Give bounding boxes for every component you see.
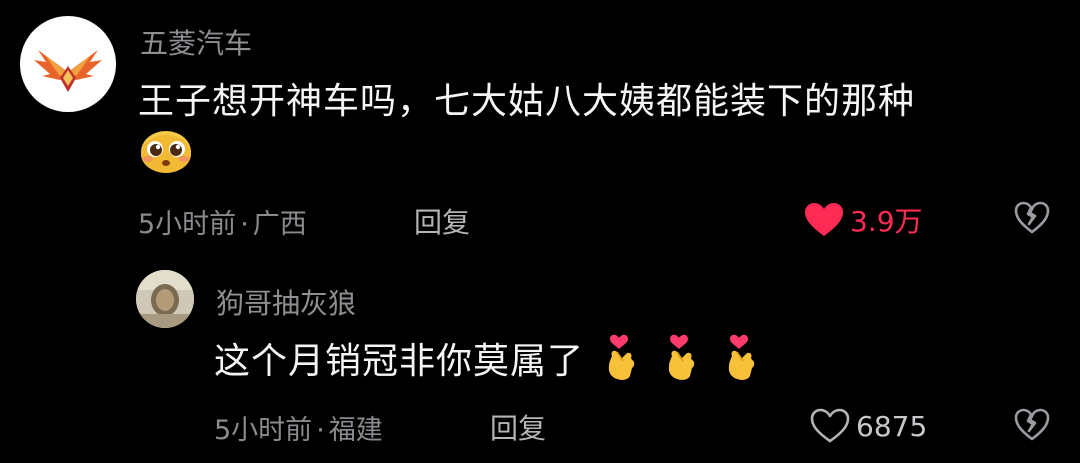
- broken-heart-icon: [1014, 201, 1050, 234]
- comment-time: 5小时前: [138, 209, 237, 240]
- reply-meta: 5小时前 · 福建: [214, 408, 383, 447]
- reply-button[interactable]: 回复: [414, 201, 470, 241]
- reply-location: 福建: [328, 415, 383, 446]
- finger-heart-icon: [722, 330, 760, 386]
- user-photo-icon: [136, 270, 194, 328]
- heart-filled-icon: [805, 203, 843, 236]
- reply-content: 这个月销冠非你莫属了: [214, 330, 760, 386]
- like-count: 6875: [856, 409, 928, 443]
- reply-time: 5小时前: [214, 415, 313, 446]
- dislike-button[interactable]: [1014, 407, 1050, 447]
- pleading-face-icon: [138, 126, 194, 174]
- comment-location: 广西: [252, 209, 307, 240]
- like-button[interactable]: 6875: [810, 408, 927, 444]
- avatar[interactable]: [20, 16, 116, 112]
- reply-item: 狗哥抽灰狼 这个月销冠非你莫属了 5小时前 · 福建 回复 6875: [0, 260, 1080, 463]
- dislike-button[interactable]: [1014, 200, 1050, 240]
- like-button[interactable]: 3.9万: [804, 200, 923, 240]
- reply-text: 这个月销冠非你莫属了: [214, 341, 585, 382]
- comment-username[interactable]: 五菱汽车: [140, 22, 252, 62]
- reply-username[interactable]: 狗哥抽灰狼: [216, 282, 356, 322]
- comment-meta: 5小时前 · 广西: [138, 202, 307, 241]
- comment-text: 王子想开神车吗，七大姑八大姨都能装下的那种: [138, 81, 916, 122]
- broken-heart-icon: [1014, 408, 1050, 441]
- wuling-logo-icon: [34, 50, 102, 92]
- finger-heart-icon: [602, 330, 640, 386]
- finger-heart-icon: [662, 330, 700, 386]
- meta-separator: ·: [316, 415, 325, 446]
- meta-separator: ·: [240, 209, 249, 240]
- heart-outline-icon: [810, 408, 850, 443]
- comment-item: 五菱汽车 王子想开神车吗，七大姑八大姨都能装下的那种 5小时前 · 广西 回复 3.…: [0, 0, 1080, 250]
- avatar[interactable]: [136, 270, 194, 328]
- like-count: 3.9万: [850, 205, 923, 238]
- reply-button[interactable]: 回复: [490, 407, 546, 447]
